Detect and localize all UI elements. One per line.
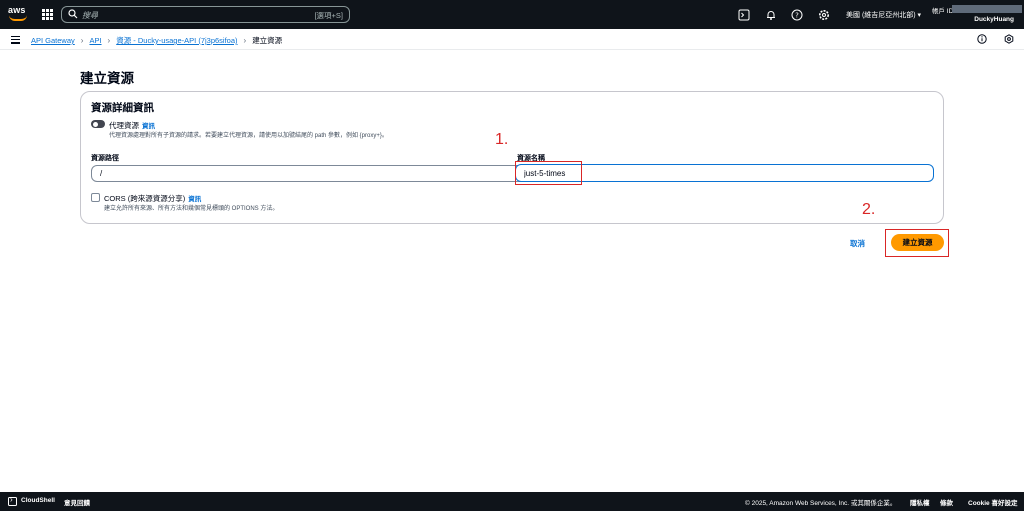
proxy-description: 代理資源處理對所有子資源的請求。若要建立代理資源，請使用以加號結尾的 path … <box>109 133 388 139</box>
footer-cookies[interactable]: Cookie 喜好設定 <box>968 497 1017 507</box>
help-icon[interactable]: ? <box>791 9 803 21</box>
proxy-label-text: 代理資源 <box>109 121 139 130</box>
breadcrumb-bar: API Gateway › API › 資源 - Ducky-usage-API… <box>0 29 1024 50</box>
search-input[interactable]: 搜尋 [選項+S] <box>61 6 350 23</box>
panel-title: 資源詳細資訊 <box>91 102 154 114</box>
annotation-step-1: 1. <box>495 131 509 148</box>
cloudshell-terminal-icon[interactable] <box>738 9 750 21</box>
menu-icon[interactable] <box>11 36 20 44</box>
breadcrumb-api-gateway[interactable]: API Gateway <box>31 36 75 45</box>
cors-info-link[interactable]: 資訊 <box>188 196 201 203</box>
notifications-bell-icon[interactable] <box>765 9 777 21</box>
resource-path-label: 資源路徑 <box>91 155 119 162</box>
cloudshell-icon[interactable] <box>8 495 17 506</box>
resource-path-value: / <box>100 169 103 178</box>
breadcrumb-current: 建立資源 <box>252 36 283 45</box>
aws-logo-text: aws <box>8 5 26 15</box>
breadcrumb-api[interactable]: API <box>89 36 101 45</box>
settings-gear-icon[interactable] <box>818 9 830 21</box>
chevron-right-icon: › <box>243 36 247 45</box>
region-selector[interactable]: 美國 (維吉尼亞州北部) ▾ <box>846 10 921 20</box>
search-icon <box>68 9 78 19</box>
resource-details-panel: 資源詳細資訊 代理資源 資訊 代理資源處理對所有子資源的請求。若要建立代理資源，請… <box>80 91 944 224</box>
chevron-right-icon: › <box>80 36 84 45</box>
footer-terms[interactable]: 條款 <box>940 497 953 507</box>
breadcrumb: API Gateway › API › 資源 - Ducky-usage-API… <box>31 35 282 46</box>
chevron-right-icon: › <box>107 36 111 45</box>
footer-bar: CloudShell 意見回饋 © 2025, Amazon Web Servi… <box>0 492 1024 511</box>
page-title: 建立資源 <box>80 71 134 86</box>
cors-label-text: CORS (跨來源資源分享) <box>104 194 186 203</box>
info-panel-icon[interactable] <box>977 34 987 44</box>
account-id-redacted <box>952 5 1022 13</box>
svg-text:?: ? <box>795 12 799 20</box>
proxy-info-link[interactable]: 資訊 <box>142 123 155 130</box>
services-grid-icon[interactable] <box>42 9 53 20</box>
annotation-box-resource-name <box>515 161 582 185</box>
footer-privacy[interactable]: 隱私權 <box>910 497 930 507</box>
aws-logo[interactable]: aws <box>8 5 30 24</box>
footer-cloudshell[interactable]: CloudShell <box>21 497 55 504</box>
footer-feedback[interactable]: 意見回饋 <box>64 497 90 507</box>
page-settings-icon[interactable] <box>1004 34 1014 44</box>
aws-smile-icon <box>9 15 27 21</box>
user-name: DuckyHuang <box>974 16 1014 23</box>
proxy-resource-toggle[interactable] <box>91 120 105 128</box>
annotation-step-2: 2. <box>862 201 876 218</box>
cors-description: 建立允許所有來源、所有方法和幾個常見標頭的 OPTIONS 方法。 <box>104 206 279 212</box>
cors-checkbox[interactable] <box>91 193 100 202</box>
resource-path-select[interactable]: / <box>91 165 587 182</box>
annotation-box-create-button <box>885 229 949 257</box>
top-navigation-bar: aws 搜尋 [選項+S] ? 美國 (維吉尼亞州北部) ▾ 帳戶 ID: Du… <box>0 0 1024 29</box>
search-shortcut: [選項+S] <box>314 11 343 20</box>
breadcrumb-resources[interactable]: 資源 - Ducky-usage-API (7j3p6sifoa) <box>116 35 237 46</box>
cancel-button[interactable]: 取消 <box>850 238 865 249</box>
footer-copyright: © 2025, Amazon Web Services, Inc. 或其關係企業… <box>745 500 897 507</box>
search-placeholder: 搜尋 <box>82 11 98 20</box>
account-menu[interactable]: 帳戶 ID: DuckyHuang <box>930 2 1024 29</box>
